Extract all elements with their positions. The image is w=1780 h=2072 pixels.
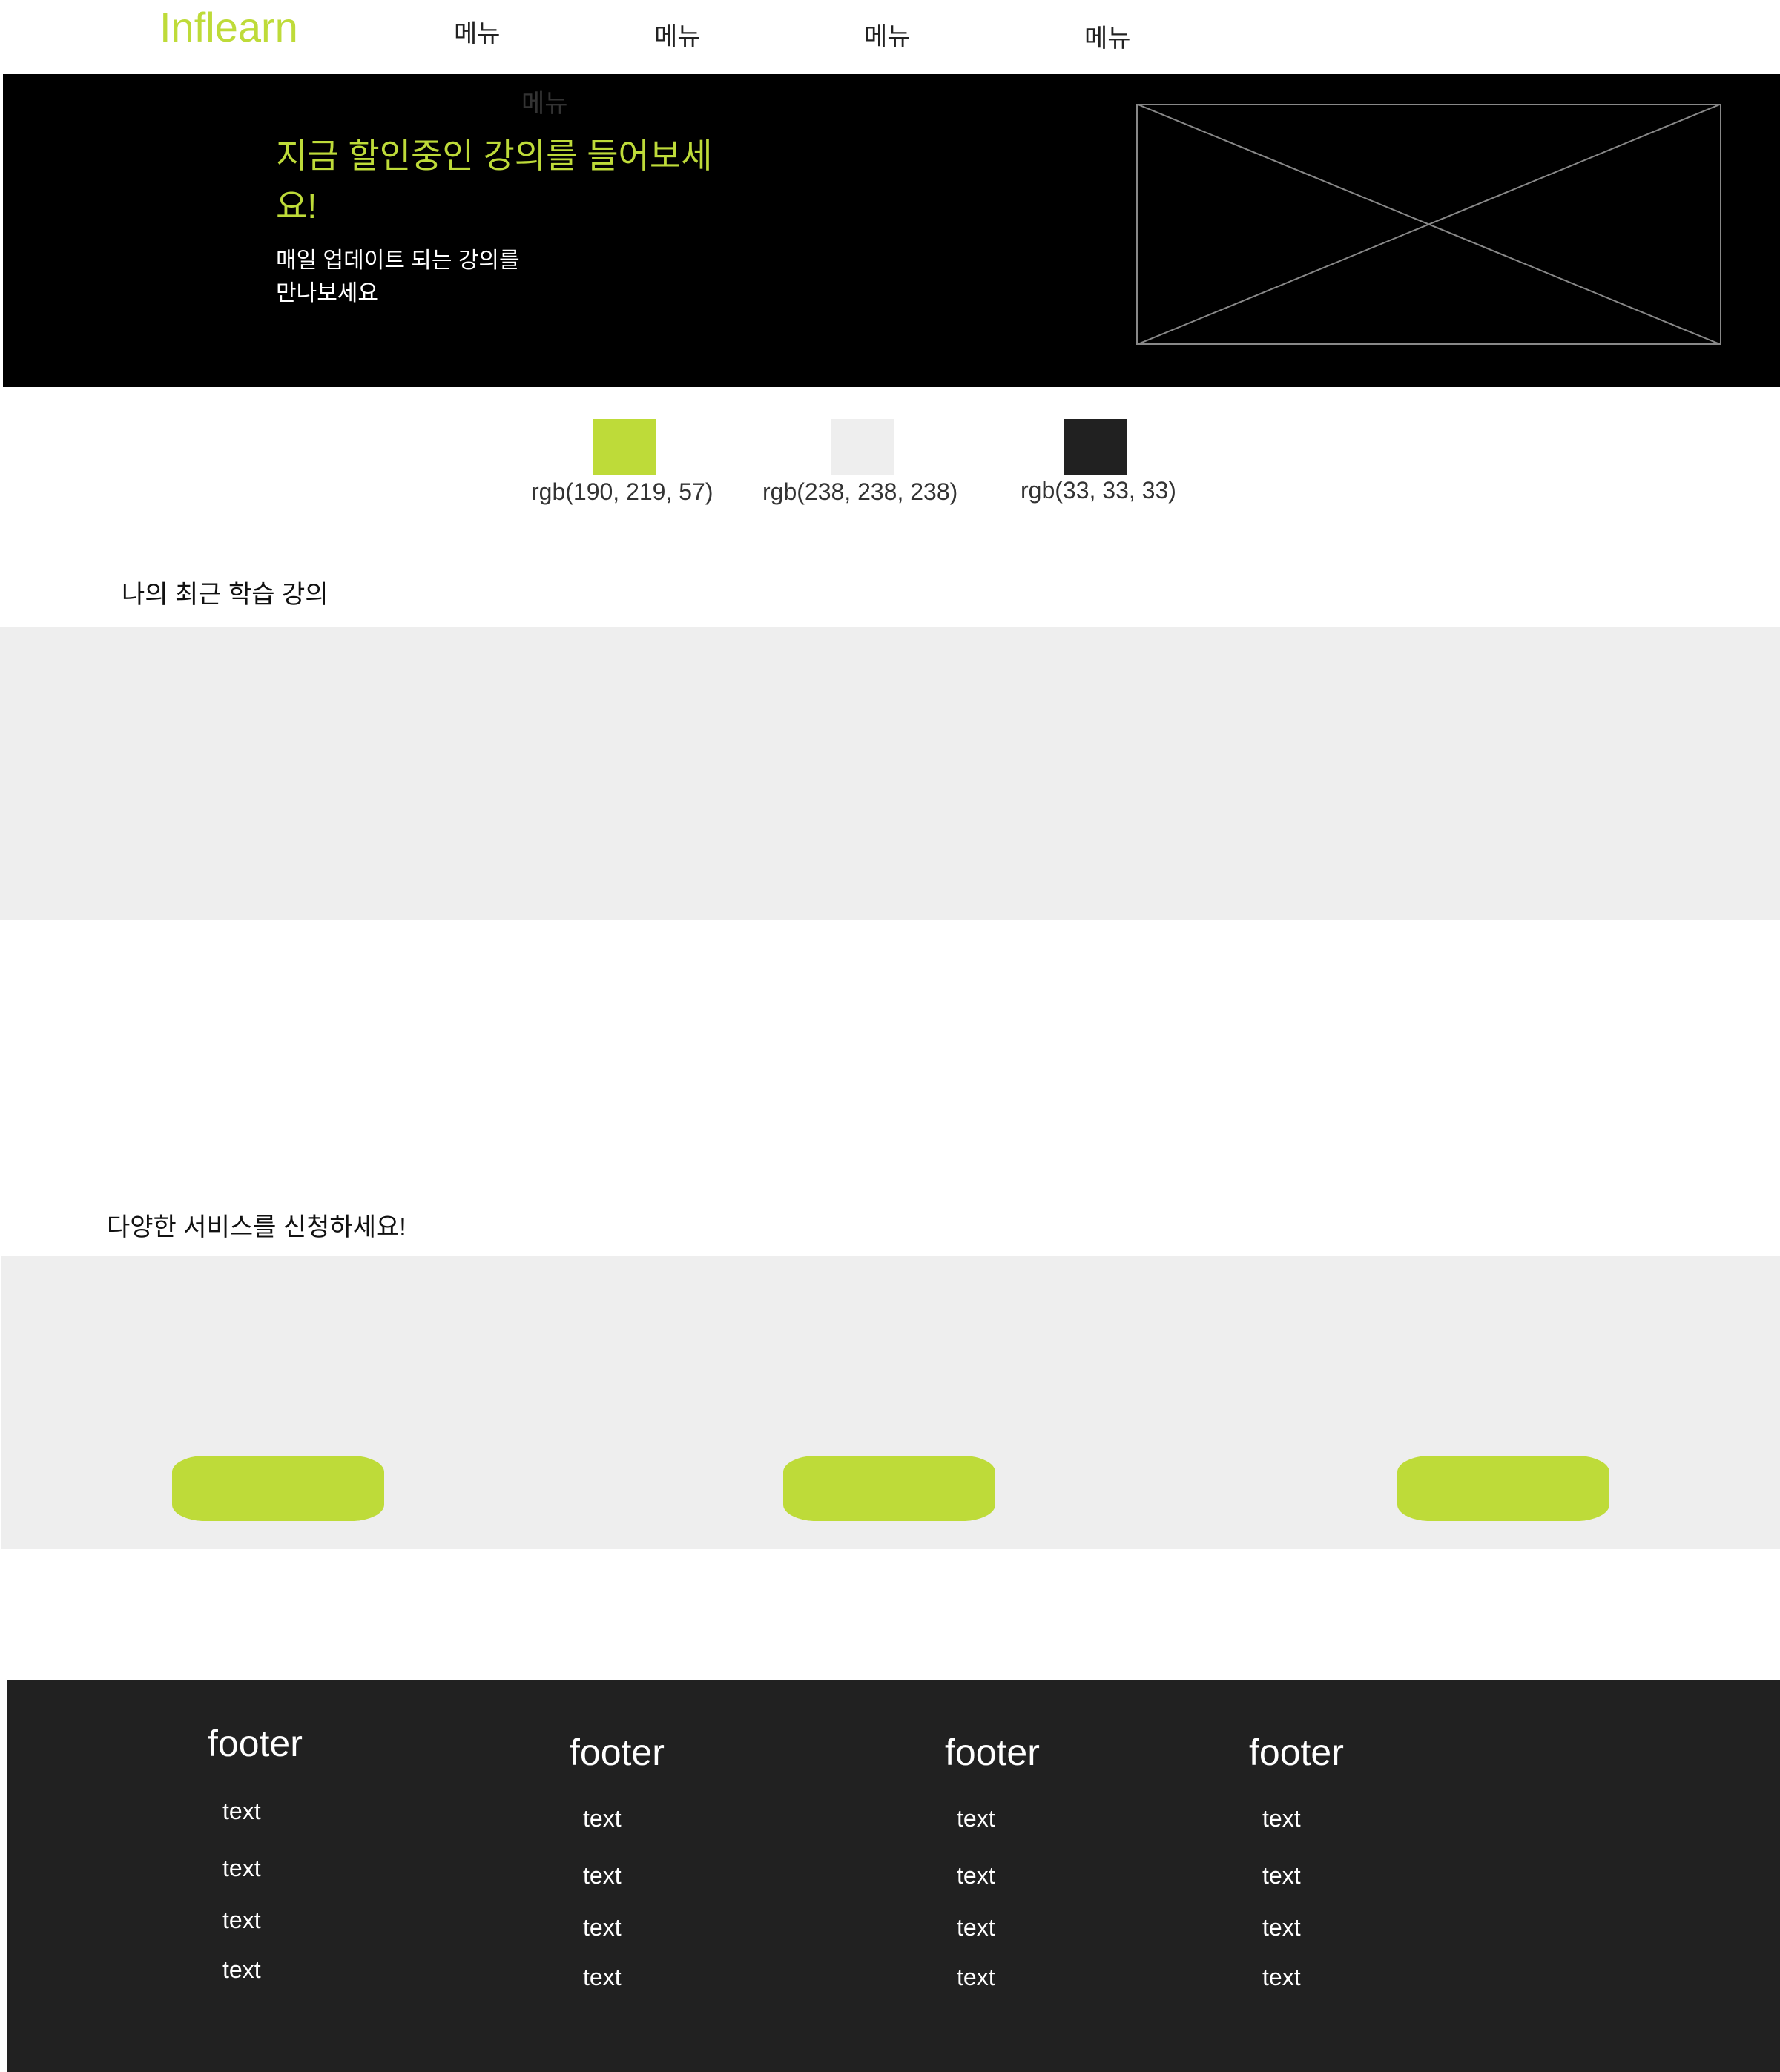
logo[interactable]: Inflearn: [159, 3, 298, 51]
footer-link[interactable]: text: [1262, 1914, 1301, 1941]
footer-link[interactable]: text: [222, 1798, 261, 1825]
service-button-2[interactable]: [783, 1456, 995, 1521]
nav-menu-1[interactable]: 메뉴: [454, 13, 501, 50]
footer-heading: footer: [570, 1732, 665, 1773]
hero-subtitle-line: 매일 업데이트 되는 강의를: [276, 248, 520, 273]
nav-menu-2[interactable]: 메뉴: [654, 16, 701, 53]
color-swatch-dark: [1064, 419, 1127, 475]
color-swatch-green: [593, 419, 656, 475]
footer-link[interactable]: text: [583, 1805, 622, 1832]
image-placeholder: [1136, 104, 1721, 345]
submenu-item[interactable]: 메뉴: [521, 83, 568, 119]
footer-heading: footer: [1249, 1732, 1344, 1773]
footer-link[interactable]: text: [583, 1914, 622, 1941]
hero-title: 지금 할인중인 강의를 들어보세요!: [276, 136, 713, 225]
service-button-1[interactable]: [172, 1456, 384, 1521]
recent-courses-area: [0, 627, 1780, 920]
color-label: rgb(190, 219, 57): [531, 478, 713, 505]
footer-link[interactable]: text: [583, 1862, 622, 1890]
recent-section-title: 나의 최근 학습 강의: [122, 581, 329, 609]
nav-menu-3[interactable]: 메뉴: [864, 16, 911, 53]
service-button-3[interactable]: [1397, 1456, 1609, 1521]
footer-link[interactable]: text: [957, 1964, 995, 1991]
footer-heading: footer: [945, 1732, 1040, 1773]
footer-link[interactable]: text: [957, 1862, 995, 1890]
footer-link[interactable]: text: [957, 1805, 995, 1832]
hero-subtitle: 매일 업데이트 되는 강의를 만나보세요: [276, 245, 647, 310]
footer-heading: footer: [208, 1723, 303, 1764]
color-swatch-gray: [831, 419, 894, 475]
footer-link[interactable]: text: [957, 1914, 995, 1941]
nav-menu-4[interactable]: 메뉴: [1084, 18, 1131, 54]
color-label: rgb(238, 238, 238): [762, 478, 958, 505]
services-section-title: 다양한 서비스를 신청하세요!: [107, 1213, 406, 1241]
hero-subtitle-line: 만나보세요: [276, 281, 378, 306]
footer-link[interactable]: text: [1262, 1805, 1301, 1832]
footer-link[interactable]: text: [1262, 1862, 1301, 1890]
color-label: rgb(33, 33, 33): [1021, 477, 1176, 504]
footer-link[interactable]: text: [583, 1964, 622, 1991]
footer-link[interactable]: text: [222, 1907, 261, 1934]
footer-link[interactable]: text: [1262, 1964, 1301, 1991]
footer-link[interactable]: text: [222, 1956, 261, 1984]
footer-link[interactable]: text: [222, 1855, 261, 1882]
